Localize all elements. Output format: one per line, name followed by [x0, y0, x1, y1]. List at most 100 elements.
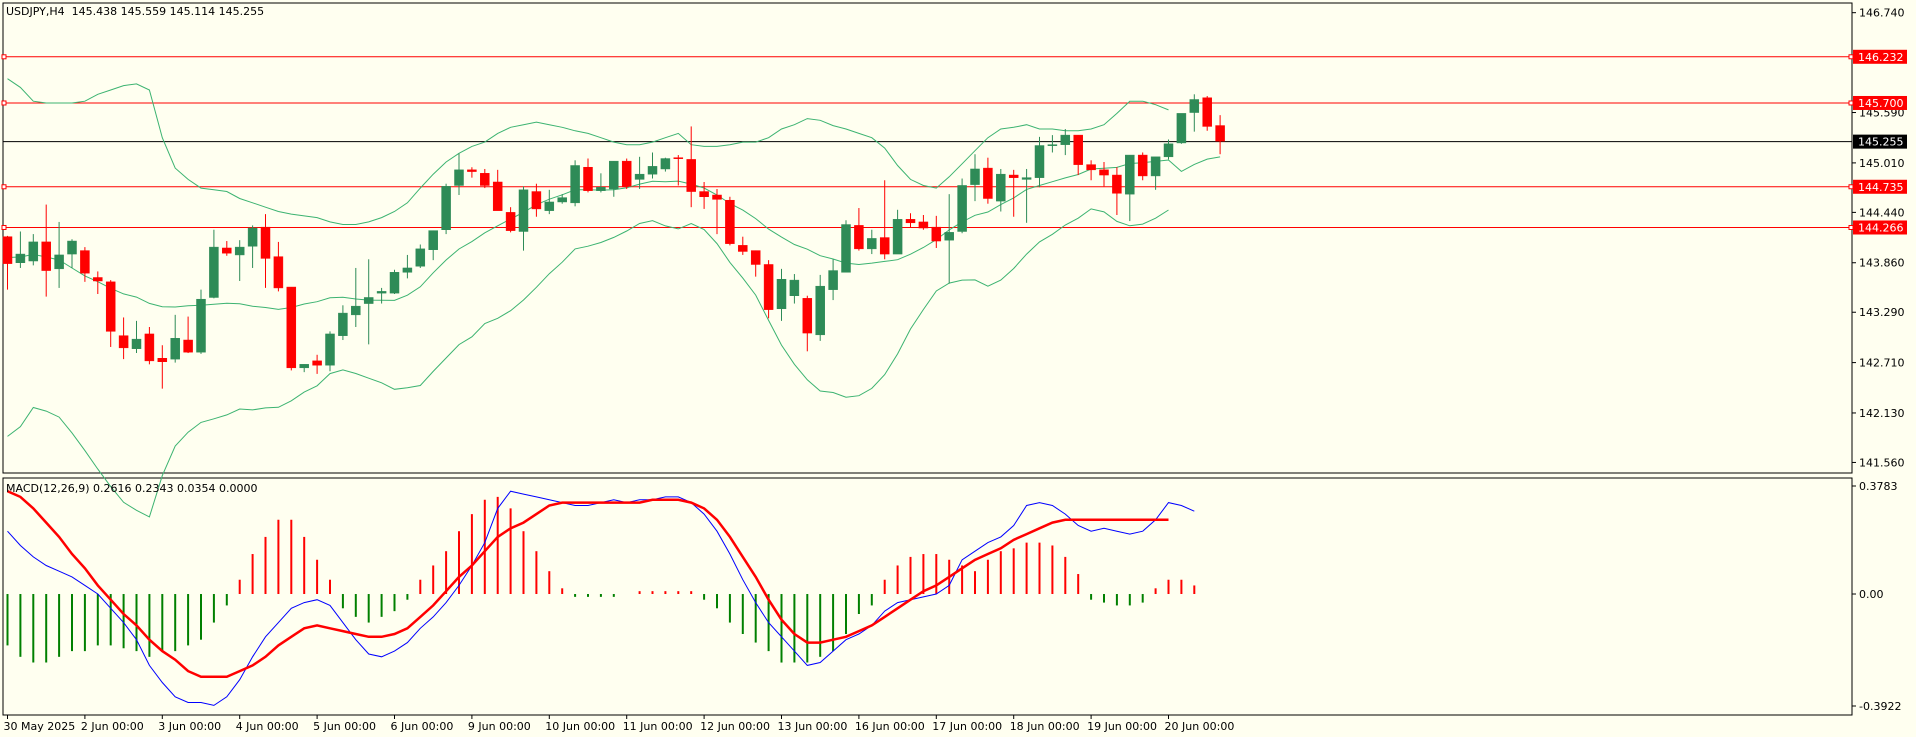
- candle-body-32: [415, 248, 426, 267]
- level-handle-right-4: [1848, 224, 1854, 230]
- time-label-4: 5 Jun 00:00: [313, 720, 376, 733]
- candle-body-47: [609, 160, 619, 190]
- time-label-8: 11 Jun 00:00: [623, 720, 693, 733]
- price-tick-label-6: 142.710: [1859, 357, 1905, 370]
- candle-body-36: [467, 169, 477, 172]
- candle-body-26: [338, 312, 348, 336]
- macd-indicator: [6, 490, 1196, 706]
- main-panel-frame: [2, 2, 1853, 474]
- candle-body-53: [686, 159, 696, 192]
- candle-body-45: [583, 166, 593, 191]
- candle-body-35: [454, 169, 464, 186]
- time-label-2: 3 Jun 00:00: [158, 720, 221, 733]
- candle-body-14: [183, 339, 193, 353]
- candle-body-42: [544, 201, 555, 211]
- candle-body-29: [376, 291, 387, 294]
- chart-canvas[interactable]: 146.740145.590145.010144.440143.860143.2…: [0, 0, 1916, 737]
- candle-body-73: [944, 232, 954, 241]
- time-label-5: 6 Jun 00:00: [391, 720, 454, 733]
- candle-body-94: [1215, 125, 1225, 142]
- level-handle-left-4: [1, 224, 7, 230]
- macd-tick-label-0: 0.3783: [1859, 480, 1898, 493]
- candle-body-15: [196, 298, 206, 353]
- candle-body-80: [1034, 145, 1045, 178]
- macd-line: [7, 490, 1195, 706]
- candle-body-52: [673, 157, 684, 159]
- candle-body-63: [815, 285, 825, 336]
- level-tag-label-3: 144.735: [1858, 181, 1904, 194]
- candle-body-62: [802, 298, 813, 334]
- candle-body-50: [647, 166, 658, 175]
- symbol-header: USDJPY,H4 145.438 145.559 145.114 145.25…: [6, 5, 264, 18]
- band-lower: [7, 208, 1169, 518]
- time-label-7: 10 Jun 00:00: [545, 720, 615, 733]
- level-handle-right-1: [1848, 100, 1854, 106]
- candle-body-11: [144, 333, 155, 362]
- candle-body-10: [131, 338, 142, 349]
- candle-body-1: [15, 253, 26, 263]
- candle-body-64: [828, 270, 838, 290]
- price-tick-label-4: 143.860: [1859, 257, 1905, 270]
- candle-body-41: [531, 191, 542, 210]
- time-label-0: 30 May 2025: [4, 720, 76, 733]
- candle-body-43: [557, 197, 567, 203]
- candle-body-44: [570, 165, 580, 204]
- candle-body-40: [518, 189, 529, 232]
- candle-body-88: [1137, 154, 1148, 177]
- candle-body-81: [1047, 144, 1058, 146]
- level-handle-left-1: [1, 100, 7, 106]
- level-tag-label-0: 146.232: [1858, 51, 1904, 64]
- candle-body-72: [931, 226, 942, 242]
- price-tick-label-5: 143.290: [1859, 306, 1905, 319]
- candle-body-51: [660, 158, 671, 170]
- candle-body-7: [93, 277, 103, 282]
- time-label-11: 16 Jun 00:00: [855, 720, 925, 733]
- candle-body-57: [738, 245, 748, 252]
- candle-body-22: [286, 286, 297, 369]
- candle-body-28: [363, 297, 374, 304]
- candle-body-55: [712, 194, 722, 200]
- candle-body-9: [118, 335, 129, 349]
- time-label-9: 12 Jun 00:00: [700, 720, 770, 733]
- candle-body-56: [725, 199, 735, 244]
- price-tick-label-3: 144.440: [1859, 206, 1905, 219]
- candle-body-34: [441, 186, 451, 231]
- macd-tick-label-1: 0.00: [1859, 588, 1884, 601]
- candle-body-68: [879, 237, 890, 255]
- candle-body-18: [234, 246, 245, 256]
- symbol-timeframe: USDJPY,H4: [6, 5, 65, 18]
- candle-body-82: [1060, 134, 1071, 145]
- level-handle-left-0: [1, 54, 7, 60]
- candle-body-83: [1073, 134, 1083, 165]
- macd-tick-label-2: -0.3922: [1859, 700, 1901, 713]
- price-tick-label-7: 142.130: [1859, 407, 1905, 420]
- candle-body-2: [28, 241, 39, 262]
- candle-body-54: [699, 191, 709, 198]
- candle-body-20: [260, 226, 271, 259]
- candle-body-21: [273, 256, 284, 289]
- candle-body-93: [1202, 97, 1212, 127]
- candle-body-65: [841, 224, 851, 273]
- price-tick-label-0: 146.740: [1859, 7, 1905, 20]
- candle-body-71: [918, 221, 929, 229]
- time-label-14: 19 Jun 00:00: [1087, 720, 1157, 733]
- candle-body-79: [1021, 177, 1032, 180]
- price-levels: [1, 54, 1854, 230]
- level-handle-left-3: [1, 184, 7, 190]
- candle-body-0: [2, 236, 13, 264]
- band-upper: [7, 78, 1169, 225]
- level-tag-label-2: 145.255: [1858, 136, 1904, 149]
- level-handle-right-0: [1848, 54, 1854, 60]
- candle-body-12: [157, 358, 168, 362]
- ohlc-readout: 145.438 145.559 145.114 145.255: [71, 5, 265, 18]
- price-tick-label-2: 145.010: [1859, 157, 1905, 170]
- candle-body-13: [170, 338, 180, 360]
- candle-body-77: [996, 173, 1006, 202]
- level-tag-label-1: 145.700: [1858, 97, 1904, 110]
- candle-body-78: [1008, 174, 1019, 178]
- time-label-1: 2 Jun 00:00: [81, 720, 144, 733]
- candle-body-59: [763, 264, 774, 310]
- time-label-12: 17 Jun 00:00: [932, 720, 1002, 733]
- candle-body-5: [67, 240, 77, 255]
- macd-panel-frame: [2, 477, 1853, 716]
